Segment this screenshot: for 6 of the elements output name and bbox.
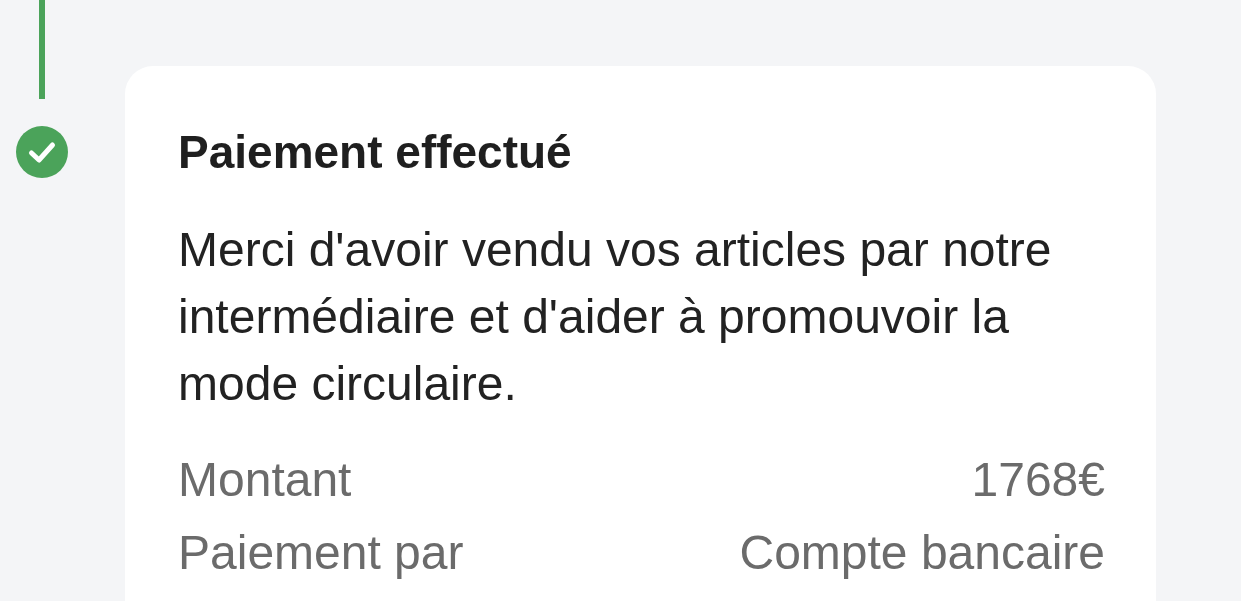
detail-label: Paiement par (178, 525, 464, 581)
detail-value: Compte bancaire (739, 525, 1105, 581)
card-title: Paiement effectué (178, 125, 573, 180)
detail-value: 1768€ (971, 452, 1105, 508)
card-message: Merci d'avoir vendu vos articles par notre intermédiaire et d'aider à promouvoir la mode circulaire. (178, 222, 1053, 412)
detail-label: Montant (178, 452, 352, 508)
